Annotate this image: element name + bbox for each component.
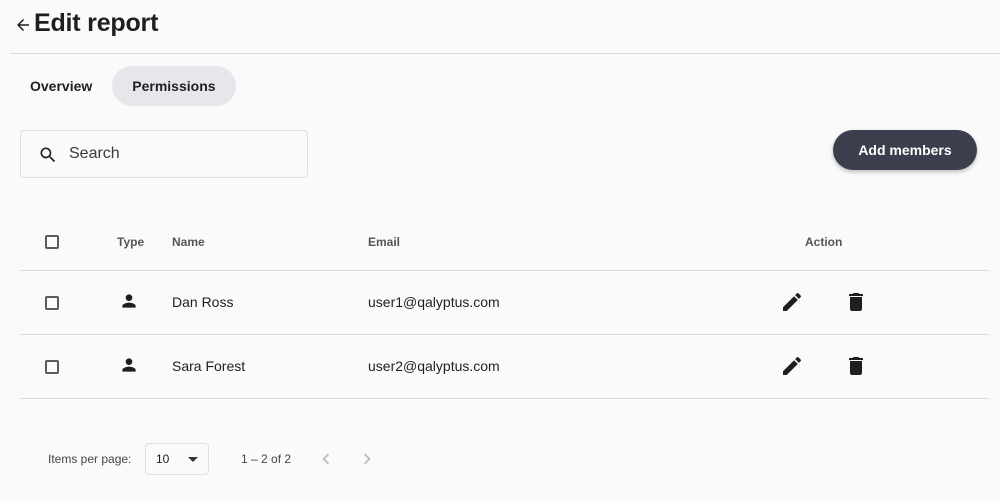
member-name: Dan Ross: [172, 294, 234, 310]
row-checkbox[interactable]: [45, 296, 59, 310]
member-email: user1@qalyptus.com: [368, 294, 500, 310]
person-icon: [122, 294, 136, 308]
page-title: Edit report: [34, 9, 159, 37]
tab-overview[interactable]: Overview: [10, 66, 112, 106]
chevron-left-icon: [322, 453, 330, 465]
delete-button[interactable]: [843, 289, 869, 315]
tab-permissions[interactable]: Permissions: [112, 66, 236, 106]
column-header-type: Type: [117, 235, 145, 249]
select-all-checkbox[interactable]: [45, 235, 59, 249]
person-icon: [122, 358, 136, 372]
delete-icon: [849, 293, 863, 311]
add-members-button[interactable]: Add members: [833, 130, 977, 170]
search-icon: [40, 147, 56, 163]
edit-icon: [783, 292, 802, 311]
row-checkbox[interactable]: [45, 360, 59, 374]
tab-bar: Overview Permissions: [10, 66, 236, 106]
table-header-row: Type Name Email Action: [20, 214, 989, 271]
previous-page-button[interactable]: [314, 447, 338, 471]
edit-icon: [783, 356, 802, 375]
items-per-page-label: Items per page:: [48, 452, 132, 466]
column-header-email: Email: [368, 235, 401, 249]
arrow-back-icon: [17, 19, 29, 31]
column-header-action: Action: [805, 235, 843, 249]
edit-button[interactable]: [779, 353, 805, 379]
chevron-right-icon: [363, 453, 371, 465]
search-box[interactable]: [20, 130, 308, 178]
search-input[interactable]: [69, 141, 299, 167]
page-size-select[interactable]: 10: [145, 443, 209, 475]
member-email: user2@qalyptus.com: [368, 358, 500, 374]
column-header-name: Name: [172, 235, 205, 249]
table-row: Dan Ross user1@qalyptus.com: [20, 271, 989, 335]
page-header: Edit report: [10, 0, 1000, 54]
page-size-value: 10: [156, 452, 170, 466]
page-range-label: 1 – 2 of 2: [241, 452, 292, 466]
delete-button[interactable]: [843, 353, 869, 379]
dropdown-arrow-icon: [188, 457, 198, 462]
paginator: Items per page: 10 1 – 2 of 2: [0, 443, 1000, 475]
back-button[interactable]: [12, 13, 34, 37]
edit-button[interactable]: [779, 289, 805, 315]
delete-icon: [849, 357, 863, 375]
member-name: Sara Forest: [172, 358, 246, 374]
next-page-button[interactable]: [355, 447, 379, 471]
members-table: Type Name Email Action Dan Ross user1@qa…: [20, 214, 989, 399]
table-row: Sara Forest user2@qalyptus.com: [20, 335, 989, 399]
